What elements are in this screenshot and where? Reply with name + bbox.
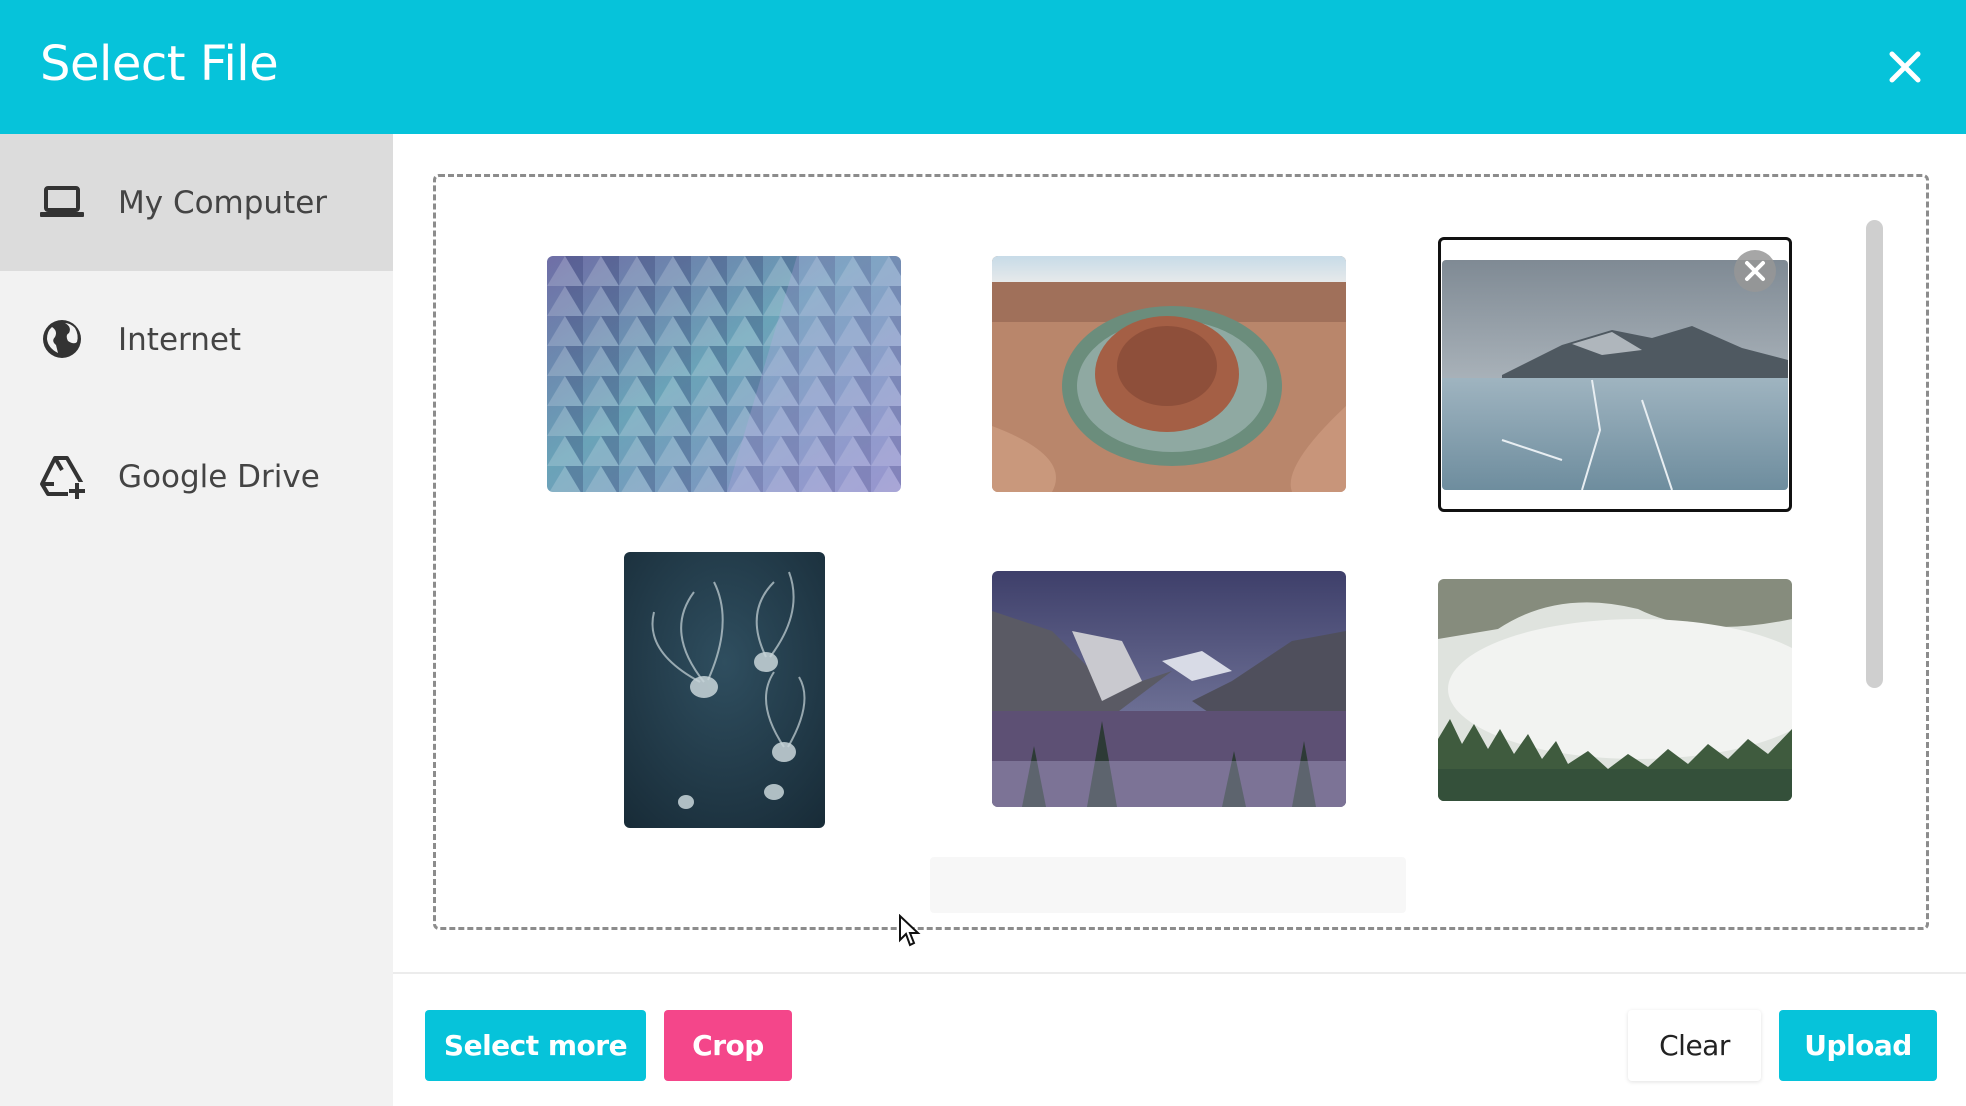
image-thumbnail[interactable]: [992, 256, 1346, 492]
faint-tooltip: [930, 857, 1406, 913]
clear-button[interactable]: Clear: [1628, 1010, 1761, 1081]
image-thumbnail[interactable]: [547, 256, 901, 492]
sidebar-item-label: My Computer: [118, 184, 328, 221]
sidebar-item-google-drive[interactable]: Google Drive: [0, 408, 393, 545]
image-thumbnail[interactable]: [1438, 579, 1792, 801]
close-icon[interactable]: [1882, 44, 1928, 90]
dialog-title: Select File: [40, 36, 279, 92]
laptop-icon: [38, 178, 86, 226]
globe-icon: [38, 315, 86, 363]
select-more-button[interactable]: Select more: [425, 1010, 646, 1081]
upload-button[interactable]: Upload: [1779, 1010, 1937, 1081]
source-sidebar: My Computer Internet Google Drive: [0, 134, 393, 1106]
close-icon: [1745, 261, 1765, 281]
sidebar-item-label: Internet: [118, 321, 242, 358]
image-thumbnail[interactable]: [992, 571, 1346, 807]
vertical-scrollbar[interactable]: [1866, 220, 1883, 688]
sidebar-item-internet[interactable]: Internet: [0, 271, 393, 408]
sidebar-item-label: Google Drive: [118, 458, 320, 495]
sidebar-item-my-computer[interactable]: My Computer: [0, 134, 393, 271]
google-drive-icon: [38, 452, 86, 500]
dialog-header: Select File: [0, 0, 1966, 134]
remove-image-button[interactable]: [1734, 250, 1776, 292]
image-thumbnail-selected[interactable]: [1442, 260, 1788, 490]
image-thumbnail[interactable]: [624, 552, 825, 828]
crop-button[interactable]: Crop: [664, 1010, 792, 1081]
mouse-cursor-icon: [898, 913, 922, 950]
